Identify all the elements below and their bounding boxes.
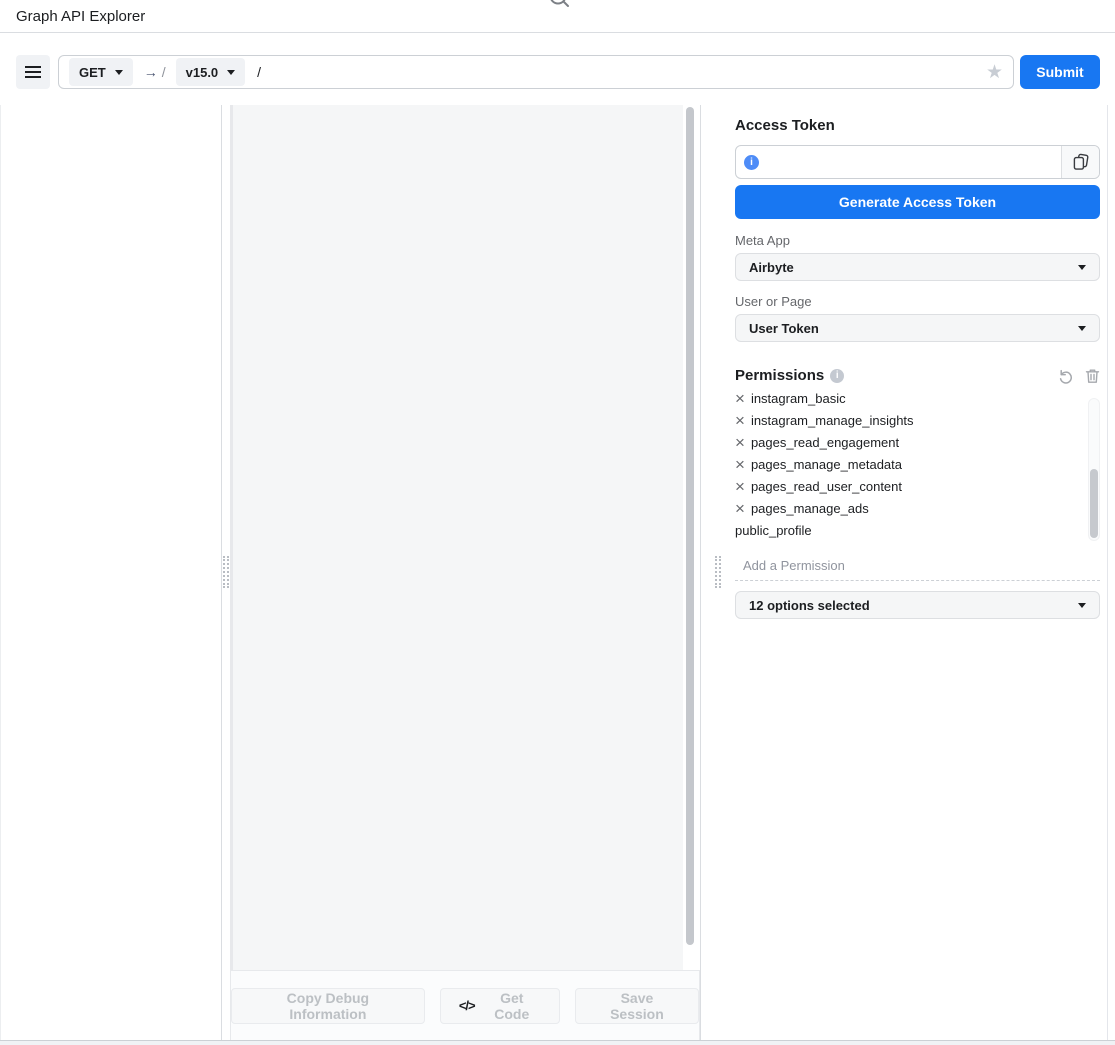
hamburger-icon	[25, 66, 41, 78]
save-session-label: Save Session	[594, 990, 680, 1022]
token-info-icon[interactable]: i	[744, 155, 759, 170]
permissions-options-dropdown[interactable]: 12 options selected	[735, 591, 1100, 619]
search-icon[interactable]	[548, 0, 570, 13]
remove-permission-icon[interactable]: ×	[735, 455, 745, 475]
permission-label: instagram_manage_insights	[751, 410, 914, 432]
header: Graph API Explorer	[0, 0, 1115, 33]
trash-icon[interactable]	[1085, 368, 1100, 384]
copy-icon	[1071, 153, 1090, 172]
permission-item: × pages_manage_ads	[735, 498, 1100, 520]
graph-api-explorer-page: Graph API Explorer GET → / v15.0 ★ Submi…	[0, 0, 1115, 1045]
method-dropdown[interactable]: GET	[69, 58, 133, 86]
remove-permission-icon[interactable]: ×	[735, 477, 745, 497]
permission-item: × pages_read_engagement	[735, 432, 1100, 454]
page-title: Graph API Explorer	[16, 8, 145, 25]
method-label: GET	[79, 65, 106, 80]
user-or-page-value: User Token	[749, 321, 819, 336]
permissions-scrollbar-thumb[interactable]	[1090, 469, 1098, 538]
version-label: v15.0	[186, 65, 219, 80]
meta-app-label: Meta App	[735, 233, 1100, 248]
panel-divider	[700, 105, 701, 1040]
access-token-field: i	[735, 145, 1100, 179]
chevron-down-icon	[1078, 326, 1086, 331]
access-token-heading: Access Token	[735, 117, 1100, 134]
permission-item: × instagram_manage_insights	[735, 410, 1100, 432]
chevron-down-icon	[115, 70, 123, 75]
field-browser-sidebar	[0, 105, 222, 1040]
meta-app-dropdown[interactable]: Airbyte	[735, 253, 1100, 281]
version-dropdown[interactable]: v15.0	[176, 58, 246, 86]
permission-item: × instagram_basic	[735, 393, 1100, 410]
path-separator: /	[162, 64, 166, 80]
permissions-heading: Permissions	[735, 367, 824, 384]
page-bottom-strip	[0, 1040, 1115, 1045]
generate-access-token-button[interactable]: Generate Access Token	[735, 185, 1100, 219]
permissions-info-icon[interactable]: i	[830, 369, 844, 383]
remove-permission-icon[interactable]: ×	[735, 433, 745, 453]
meta-app-value: Airbyte	[749, 260, 794, 275]
copy-debug-button[interactable]: Copy Debug Information	[231, 988, 425, 1024]
permissions-tools	[1057, 368, 1100, 384]
copy-token-button[interactable]	[1061, 146, 1099, 178]
query-editor-pane	[230, 105, 683, 970]
chevron-down-icon	[1078, 603, 1086, 608]
remove-permission-icon[interactable]: ×	[735, 393, 745, 409]
user-or-page-label: User or Page	[735, 294, 1100, 309]
permissions-list: × instagram_basic × instagram_manage_insigh…	[735, 393, 1100, 541]
session-action-bar: Copy Debug Information </> Get Code Save…	[230, 970, 700, 1040]
submit-button[interactable]: Submit	[1020, 55, 1100, 89]
save-session-button[interactable]: Save Session	[575, 988, 699, 1024]
permission-label: pages_manage_metadata	[751, 454, 902, 476]
access-token-input[interactable]	[759, 146, 1061, 178]
undo-icon[interactable]	[1057, 368, 1073, 384]
code-icon: </>	[459, 998, 475, 1013]
editor-scrollbar[interactable]	[686, 107, 694, 945]
get-code-label: Get Code	[483, 990, 541, 1022]
path-input[interactable]	[257, 64, 986, 80]
permission-item: × pages_read_user_content	[735, 476, 1100, 498]
get-code-button[interactable]: </> Get Code	[440, 988, 560, 1024]
permission-label: instagram_basic	[751, 393, 846, 410]
remove-permission-icon[interactable]: ×	[735, 411, 745, 431]
permission-item: × pages_manage_metadata	[735, 454, 1100, 476]
copy-debug-label: Copy Debug Information	[250, 990, 406, 1022]
dashed-divider	[735, 580, 1100, 581]
chevron-down-icon	[227, 70, 235, 75]
panel-resize-handle-left[interactable]	[223, 556, 229, 588]
access-token-panel: Access Token i Generate Access Token Met…	[723, 105, 1108, 1040]
options-selected-label: 12 options selected	[749, 598, 870, 613]
panel-resize-handle-right[interactable]	[715, 556, 721, 588]
permissions-list-container: × instagram_basic × instagram_manage_insigh…	[735, 393, 1100, 541]
request-bar: GET → / v15.0 ★	[58, 55, 1014, 89]
user-or-page-dropdown[interactable]: User Token	[735, 314, 1100, 342]
permission-label: pages_read_user_content	[751, 476, 902, 498]
add-permission-input[interactable]	[735, 558, 1100, 573]
permissions-header: Permissions i	[735, 367, 1100, 384]
permission-item: public_profile	[735, 520, 1100, 541]
star-icon[interactable]: ★	[986, 63, 1003, 82]
remove-permission-icon[interactable]: ×	[735, 499, 745, 519]
permission-label: pages_manage_ads	[751, 498, 869, 520]
permission-label: pages_read_engagement	[751, 432, 899, 454]
menu-button[interactable]	[16, 55, 50, 89]
arrow-icon: →	[144, 64, 158, 80]
permission-label: public_profile	[735, 520, 812, 541]
chevron-down-icon	[1078, 265, 1086, 270]
